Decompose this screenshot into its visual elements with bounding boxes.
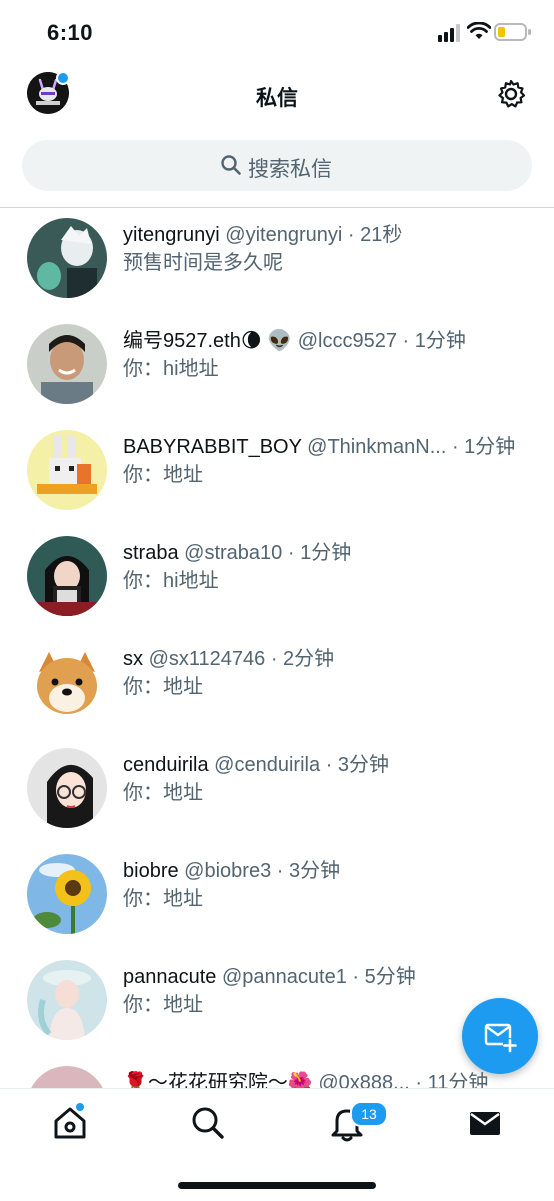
- timestamp: · 3分钟: [325, 754, 389, 776]
- timestamp: · 3分钟: [276, 860, 341, 882]
- battery-icon: [494, 23, 531, 41]
- conversation-header: straba @straba10 · 1分钟: [123, 536, 351, 565]
- timestamp: · 5分钟: [352, 966, 416, 988]
- username: @biobre3: [184, 860, 272, 882]
- conversation-row[interactable]: sx @sx1124746 · 2分钟 你：地址: [0, 636, 554, 742]
- avatar: [27, 1066, 107, 1088]
- message-preview: 你：地址: [123, 676, 203, 698]
- avatar: [27, 748, 107, 828]
- mail-icon[interactable]: [465, 1103, 505, 1143]
- header: 私信: [0, 62, 554, 132]
- search-icon[interactable]: [188, 1103, 228, 1143]
- message-preview: 你：地址: [123, 464, 203, 486]
- timestamp: · 1分钟: [287, 542, 352, 564]
- username: @0x888...: [318, 1072, 410, 1088]
- timestamp: · 2分钟: [270, 648, 335, 670]
- timestamp: · 21秒: [347, 224, 403, 246]
- username: @lccc9527: [297, 330, 397, 352]
- avatar: [27, 430, 107, 510]
- display-name: cenduirila: [123, 754, 209, 776]
- conversation-row[interactable]: straba @straba10 · 1分钟 你：hi地址: [0, 530, 554, 636]
- cellular-signal-icon: [438, 24, 460, 42]
- avatar: [27, 960, 107, 1040]
- message-preview: 你：地址: [123, 782, 203, 804]
- conversation-header: biobre @biobre3 · 3分钟: [123, 854, 340, 883]
- conversation-header: 🌹～花花研究院～🌺 @0x888... · 11分钟: [123, 1066, 488, 1088]
- username: @sx1124746: [148, 648, 266, 670]
- message-preview: 预售时间是多久呢: [123, 252, 283, 274]
- conversation-row[interactable]: biobre @biobre3 · 3分钟 你：地址: [0, 848, 554, 954]
- home-icon[interactable]: [50, 1103, 90, 1143]
- message-preview: 你：地址: [123, 994, 203, 1016]
- display-name: straba: [123, 542, 179, 564]
- conversation-header: pannacute @pannacute1 · 5分钟: [123, 960, 416, 989]
- conversation-header: sx @sx1124746 · 2分钟: [123, 642, 334, 671]
- display-name: BABYRABBIT_BOY: [123, 436, 302, 458]
- conversation-row[interactable]: yitengrunyi @yitengrunyi · 21秒 预售时间是多久呢: [0, 212, 554, 318]
- conversation-header: BABYRABBIT_BOY @ThinkmanN... · 1分钟: [123, 430, 515, 459]
- conversation-row[interactable]: 编号9527.eth🌘 👽 @lccc9527 · 1分钟 你：hi地址: [0, 318, 554, 424]
- conversation-header: 编号9527.eth🌘 👽 @lccc9527 · 1分钟: [123, 324, 466, 353]
- conversation-row[interactable]: cenduirila @cenduirila · 3分钟 你：地址: [0, 742, 554, 848]
- avatar: [27, 536, 107, 616]
- conversation-header: cenduirila @cenduirila · 3分钟: [123, 748, 389, 777]
- message-preview: 你：hi地址: [123, 570, 219, 592]
- username: @ThinkmanN...: [307, 436, 447, 458]
- username: @straba10: [184, 542, 283, 564]
- search-input[interactable]: 搜索私信: [22, 140, 532, 191]
- compose-message-button[interactable]: [462, 998, 538, 1074]
- display-name: 🌹～花花研究院～🌺: [123, 1072, 313, 1088]
- timestamp: · 1分钟: [451, 436, 516, 458]
- conversation-row[interactable]: BABYRABBIT_BOY @ThinkmanN... · 1分钟 你：地址: [0, 424, 554, 530]
- timestamp: · 11分钟: [415, 1072, 489, 1088]
- avatar: [27, 218, 107, 298]
- home-indicator: [178, 1182, 376, 1189]
- message-preview: 你：地址: [123, 888, 203, 910]
- page-title: 私信: [256, 87, 298, 110]
- display-name: yitengrunyi: [123, 224, 220, 246]
- display-name: pannacute: [123, 966, 217, 988]
- username: @pannacute1: [221, 966, 347, 988]
- username: @yitengrunyi: [225, 224, 343, 246]
- status-bar: 6:10: [0, 0, 554, 62]
- gear-icon[interactable]: [495, 78, 527, 110]
- search-icon: [221, 155, 241, 175]
- display-name: biobre: [123, 860, 179, 882]
- conversation-header: yitengrunyi @yitengrunyi · 21秒: [123, 218, 402, 247]
- username: @cenduirila: [214, 754, 321, 776]
- conversation-list[interactable]: yitengrunyi @yitengrunyi · 21秒 预售时间是多久呢 …: [0, 208, 554, 1088]
- conversation-row[interactable]: 🌹～花花研究院～🌺 @0x888... · 11分钟: [0, 1060, 554, 1088]
- avatar: [27, 642, 107, 722]
- timestamp: · 1分钟: [402, 330, 466, 352]
- display-name: 编号9527.eth🌘 👽: [123, 330, 293, 352]
- status-time: 6:10: [47, 20, 94, 45]
- compose-message-icon: [484, 1023, 517, 1053]
- message-preview: 你：hi地址: [123, 358, 219, 380]
- search-placeholder: 搜索私信: [248, 158, 332, 181]
- wifi-icon: [467, 22, 491, 39]
- notifications-badge: 13: [350, 1101, 388, 1127]
- avatar: [27, 324, 107, 404]
- display-name: sx: [123, 648, 143, 670]
- avatar: [27, 854, 107, 934]
- home-unread-dot: [76, 1103, 84, 1111]
